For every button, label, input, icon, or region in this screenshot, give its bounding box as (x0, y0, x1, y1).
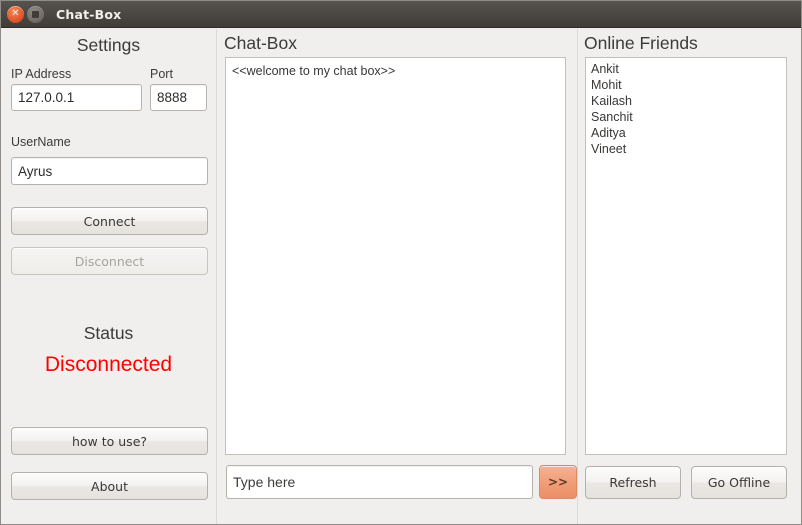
disconnect-button[interactable]: Disconnect (11, 247, 208, 275)
maximize-icon[interactable] (27, 5, 44, 23)
close-icon[interactable]: ✕ (7, 5, 24, 23)
settings-title: Settings (76, 35, 141, 55)
send-button[interactable]: >> (539, 465, 577, 499)
status-title: Status (83, 323, 134, 343)
divider-left (216, 29, 217, 524)
ip-address-input[interactable] (11, 84, 142, 111)
about-button[interactable]: About (11, 472, 208, 500)
chat-title: Chat-Box (224, 33, 297, 53)
refresh-button[interactable]: Refresh (585, 466, 681, 499)
settings-panel: Settings IP Address Port UserName Connec… (1, 29, 216, 524)
chat-log[interactable]: <<welcome to my chat box>> (225, 57, 566, 455)
how-to-use-button[interactable]: how to use? (11, 427, 208, 455)
connect-button[interactable]: Connect (11, 207, 208, 235)
list-item[interactable]: Kailash (586, 93, 786, 109)
application-window: ✕ Chat-Box Settings IP Address Port User… (0, 0, 802, 525)
title-bar: ✕ Chat-Box (1, 1, 801, 28)
status-badge: Disconnected (44, 353, 173, 376)
go-offline-button[interactable]: Go Offline (691, 466, 787, 499)
username-input[interactable] (11, 157, 208, 185)
list-item[interactable]: Vineet (586, 141, 786, 157)
chat-panel: Chat-Box <<welcome to my chat box>> >> (221, 29, 577, 524)
window-title: Chat-Box (56, 6, 122, 22)
port-label: Port (150, 67, 173, 81)
list-item[interactable]: Mohit (586, 77, 786, 93)
ip-address-label: IP Address (11, 67, 72, 81)
online-friends-title: Online Friends (584, 33, 698, 53)
port-input[interactable] (150, 84, 207, 111)
username-label: UserName (11, 135, 71, 149)
list-item[interactable]: Aditya (586, 125, 786, 141)
friends-panel: Online Friends Ankit Mohit Kailash Sanchit A… (581, 29, 801, 524)
list-item[interactable]: Ankit (586, 61, 786, 77)
online-friends-list[interactable]: Ankit Mohit Kailash Sanchit Aditya Vineet (585, 57, 787, 455)
list-item[interactable]: Sanchit (586, 109, 786, 125)
message-input[interactable] (226, 465, 533, 499)
divider-right (577, 29, 578, 524)
